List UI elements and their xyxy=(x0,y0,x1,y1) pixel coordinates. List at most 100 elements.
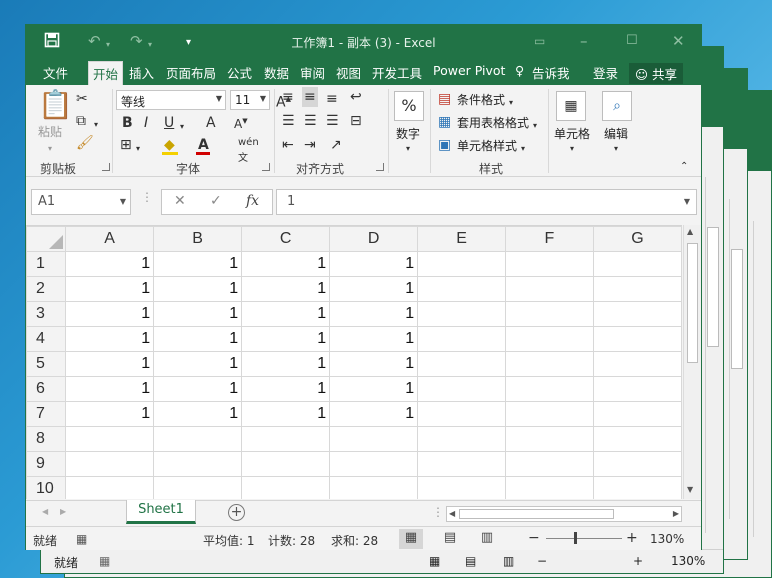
cell-b5[interactable]: 1 xyxy=(153,351,243,377)
normal-view-icon[interactable]: ▦ xyxy=(429,554,440,568)
align-middle-icon[interactable]: ≡ xyxy=(302,87,318,107)
cell-g4[interactable] xyxy=(592,326,682,352)
cell-styles-button[interactable]: 单元格样式 xyxy=(457,137,517,154)
vertical-scrollbar[interactable]: ▲ ▼ xyxy=(683,225,701,499)
editing-button[interactable]: 编辑 xyxy=(604,125,628,142)
cell-d9[interactable] xyxy=(329,451,419,477)
column-header-b[interactable]: B xyxy=(153,226,243,252)
zoom-slider-thumb[interactable] xyxy=(574,532,577,544)
cell-f7[interactable] xyxy=(505,401,594,427)
row-header[interactable]: 5 xyxy=(26,351,67,377)
align-top-icon[interactable]: ≡ xyxy=(282,89,294,105)
font-color-icon[interactable]: A xyxy=(198,137,209,153)
cell-a3[interactable]: 1 xyxy=(65,301,155,327)
decrease-indent-icon[interactable]: ⇤ xyxy=(282,137,294,153)
tab-split-grip-icon[interactable]: ⋮ xyxy=(432,505,444,519)
cell-g7[interactable] xyxy=(592,401,682,427)
align-bottom-icon[interactable]: ≡ xyxy=(326,91,338,107)
sheet-tab-sheet1[interactable]: Sheet1 xyxy=(126,500,196,524)
cell-c4[interactable]: 1 xyxy=(241,326,331,352)
align-right-icon[interactable]: ☰ xyxy=(326,113,339,129)
sum-value[interactable]: 求和: 28 xyxy=(331,532,378,549)
maximize-icon[interactable]: ☐ xyxy=(626,32,638,50)
tab-page-layout[interactable]: 页面布局 xyxy=(166,63,216,82)
cell-g5[interactable] xyxy=(592,351,682,377)
select-all-button[interactable] xyxy=(26,226,67,252)
formula-bar-grip-icon[interactable]: ⋮ xyxy=(141,190,153,204)
zoom-out-icon[interactable]: − xyxy=(528,530,540,546)
increase-indent-icon[interactable]: ⇥ xyxy=(304,137,316,153)
zoom-in-icon[interactable]: + xyxy=(626,530,638,546)
row-header[interactable]: 2 xyxy=(26,276,67,302)
cell-g9[interactable] xyxy=(592,451,682,477)
cell-d3[interactable]: 1 xyxy=(329,301,419,327)
wrap-text-icon[interactable]: ↩ xyxy=(350,89,362,105)
merge-center-icon[interactable]: ⊟ xyxy=(350,113,362,129)
cell-f5[interactable] xyxy=(505,351,594,377)
cell-b10[interactable] xyxy=(153,476,243,499)
cell-f3[interactable] xyxy=(505,301,594,327)
tab-home[interactable]: 开始 xyxy=(88,61,124,88)
cell-d5[interactable]: 1 xyxy=(329,351,419,377)
scroll-up-icon[interactable]: ▲ xyxy=(687,227,693,236)
number-dropdown-icon[interactable]: ▾ xyxy=(406,141,410,157)
cell-b8[interactable] xyxy=(153,426,243,452)
row-header[interactable]: 8 xyxy=(26,426,67,452)
tab-view[interactable]: 视图 xyxy=(336,63,361,82)
cell-d7[interactable]: 1 xyxy=(329,401,419,427)
column-header-d[interactable]: D xyxy=(329,226,419,252)
lightbulb-icon[interactable]: ♀ xyxy=(515,63,524,78)
background-vertical-scrollbar[interactable] xyxy=(753,221,769,537)
cell-b6[interactable]: 1 xyxy=(153,376,243,402)
cells-dropdown-icon[interactable]: ▾ xyxy=(570,141,574,157)
name-box[interactable]: A1 ▼ xyxy=(31,189,131,215)
cell-e2[interactable] xyxy=(417,276,507,302)
cell-c6[interactable]: 1 xyxy=(241,376,331,402)
chevron-down-icon[interactable]: ▾ xyxy=(521,141,525,157)
cell-b3[interactable]: 1 xyxy=(153,301,243,327)
cell-g1[interactable] xyxy=(592,251,682,277)
cell-b4[interactable]: 1 xyxy=(153,326,243,352)
tab-formulas[interactable]: 公式 xyxy=(227,63,252,82)
cell-e9[interactable] xyxy=(417,451,507,477)
paste-icon[interactable]: 📋 xyxy=(38,91,73,119)
row-header[interactable]: 7 xyxy=(26,401,67,427)
cells-button[interactable]: 单元格 xyxy=(554,125,590,142)
macro-record-icon[interactable]: ▦ xyxy=(76,532,87,546)
cell-e7[interactable] xyxy=(417,401,507,427)
format-as-table-button[interactable]: 套用表格格式 xyxy=(457,114,529,131)
row-header[interactable]: 10 xyxy=(26,476,67,499)
tab-developer[interactable]: 开发工具 xyxy=(372,63,422,82)
cell-d2[interactable]: 1 xyxy=(329,276,419,302)
cell-a1[interactable]: 1 xyxy=(65,251,155,277)
cell-f6[interactable] xyxy=(505,376,594,402)
formula-input[interactable]: 1 ▼ xyxy=(276,189,697,215)
scroll-down-icon[interactable]: ▼ xyxy=(687,485,693,494)
next-sheet-icon[interactable]: ▶ xyxy=(60,507,66,516)
cell-c7[interactable]: 1 xyxy=(241,401,331,427)
scroll-right-icon[interactable]: ▶ xyxy=(673,509,679,518)
cell-d1[interactable]: 1 xyxy=(329,251,419,277)
login-link[interactable]: 登录 xyxy=(593,63,618,82)
row-header[interactable]: 6 xyxy=(26,376,67,402)
alignment-launcher-icon[interactable] xyxy=(376,163,384,171)
minimize-icon[interactable]: – xyxy=(580,32,588,50)
row-header[interactable]: 9 xyxy=(26,451,67,477)
cancel-icon[interactable]: ✕ xyxy=(174,193,186,209)
cell-d4[interactable]: 1 xyxy=(329,326,419,352)
text-highlight-icon[interactable]: A xyxy=(206,115,216,131)
cell-g6[interactable] xyxy=(592,376,682,402)
row-header[interactable]: 1 xyxy=(26,251,67,277)
cell-grid[interactable]: ABCDEFG 11111211113111141111511116111171… xyxy=(26,226,682,499)
font-size-select[interactable]: 11 ▼ xyxy=(230,90,270,110)
number-button[interactable]: 数字 xyxy=(396,125,420,142)
underline-icon[interactable]: U xyxy=(164,115,174,131)
cell-f10[interactable] xyxy=(505,476,594,499)
fill-color-icon[interactable]: ◆ xyxy=(164,137,175,153)
conditional-formatting-icon[interactable]: ▤ xyxy=(438,91,451,107)
normal-view-icon[interactable]: ▦ xyxy=(399,529,423,549)
macro-record-icon[interactable]: ▦ xyxy=(99,554,110,568)
prev-sheet-icon[interactable]: ◀ xyxy=(42,507,48,516)
cell-e3[interactable] xyxy=(417,301,507,327)
cell-f4[interactable] xyxy=(505,326,594,352)
